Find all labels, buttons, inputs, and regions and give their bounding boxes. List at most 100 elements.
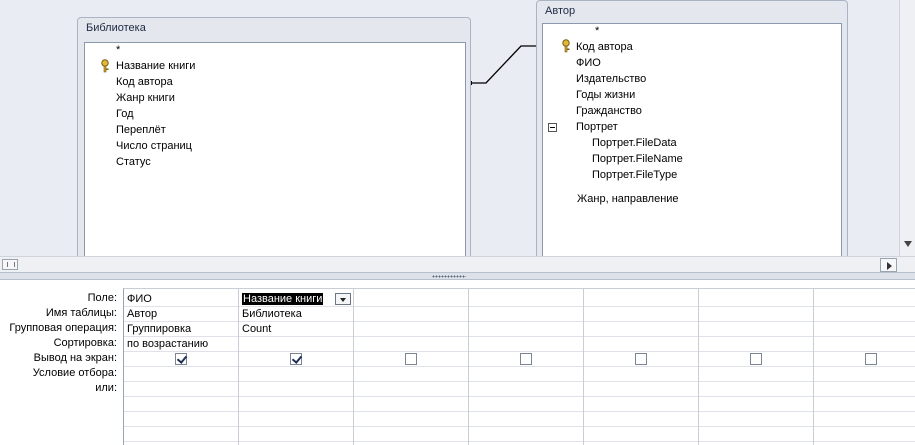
cell-empty[interactable] [124,427,238,442]
cell-criteria[interactable] [584,367,698,382]
cell-field[interactable] [354,292,468,307]
field-all[interactable]: * [116,42,120,58]
diagram-vertical-scrollbar[interactable] [899,0,915,256]
field-citizenship[interactable]: Гражданство [576,103,642,119]
table-library-field-list[interactable]: * Название книги Код автора Жанр книги Г… [84,42,466,256]
cell-criteria[interactable] [699,367,813,382]
cell-empty[interactable] [814,397,915,412]
scrollbar-thumb[interactable] [2,259,18,270]
cell-empty[interactable] [354,412,468,427]
show-checkbox[interactable] [865,353,877,365]
cell-total[interactable]: Группировка [124,322,238,337]
cell-total[interactable] [699,322,813,337]
cell-empty[interactable] [699,427,813,442]
show-checkbox[interactable] [520,353,532,365]
field-book-genre[interactable]: Жанр книги [116,90,175,106]
field-publisher[interactable]: Издательство [576,71,646,87]
field-portrait-filetype[interactable]: Портрет.FileType [592,167,677,183]
cell-empty[interactable] [124,412,238,427]
minus-box-icon[interactable] [548,123,557,132]
show-checkbox[interactable] [635,353,647,365]
cell-table[interactable]: Автор [124,307,238,322]
field-status[interactable]: Статус [116,154,151,170]
cell-criteria[interactable] [814,367,915,382]
cell-table[interactable]: Библиотека [239,307,353,322]
cell-sort[interactable] [354,337,468,352]
cell-or[interactable] [354,382,468,397]
grid-columns[interactable]: ФИО Автор Группировка по возрастанию Наз… [123,288,915,445]
diagram-horizontal-scrollbar[interactable] [0,256,915,272]
field-book-title[interactable]: Название книги [116,58,195,74]
cell-total[interactable] [354,322,468,337]
cell-or[interactable] [239,382,353,397]
cell-or[interactable] [124,382,238,397]
field-full-name[interactable]: ФИО [576,55,601,71]
selected-field-text[interactable]: Название книги [242,293,324,305]
cell-empty[interactable] [354,427,468,442]
cell-field[interactable] [699,292,813,307]
grid-column[interactable] [814,289,915,445]
cell-empty[interactable] [699,412,813,427]
cell-show[interactable] [699,352,813,367]
show-checkbox[interactable] [290,353,302,365]
grid-column[interactable]: Название книги Библиотека Count [239,289,354,445]
cell-empty[interactable] [469,412,583,427]
cell-total[interactable] [469,322,583,337]
cell-field[interactable]: ФИО [124,292,238,307]
show-checkbox[interactable] [750,353,762,365]
cell-table[interactable] [469,307,583,322]
cell-empty[interactable] [469,427,583,442]
query-design-grid[interactable]: Поле: Имя таблицы: Групповая операция: С… [0,280,915,445]
cell-or[interactable] [814,382,915,397]
cell-criteria[interactable] [354,367,468,382]
cell-table[interactable] [354,307,468,322]
cell-sort[interactable] [469,337,583,352]
cell-sort[interactable] [584,337,698,352]
cell-empty[interactable] [239,412,353,427]
cell-empty[interactable] [469,397,583,412]
field-genre-direction[interactable]: Жанр, направление [577,191,679,207]
table-library-title[interactable]: Библиотека [86,22,146,34]
cell-table[interactable] [814,307,915,322]
field-year[interactable]: Год [116,106,134,122]
cell-show[interactable] [124,352,238,367]
cell-total[interactable] [814,322,915,337]
splitter-grip-icon[interactable] [432,275,466,278]
chevron-down-icon[interactable] [335,293,351,305]
cell-criteria[interactable] [124,367,238,382]
cell-sort[interactable] [239,337,353,352]
cell-empty[interactable] [354,397,468,412]
cell-table[interactable] [584,307,698,322]
cell-empty[interactable] [814,412,915,427]
cell-empty[interactable] [699,397,813,412]
table-author[interactable]: Автор Жанр, направление * Код автора ФИО… [536,0,848,256]
scroll-right-icon[interactable] [880,258,897,272]
grid-column[interactable] [699,289,814,445]
cell-total[interactable] [584,322,698,337]
show-checkbox[interactable] [175,353,187,365]
cell-or[interactable] [469,382,583,397]
field-author-code[interactable]: Код автора [116,74,173,90]
cell-field[interactable] [814,292,915,307]
cell-empty[interactable] [584,412,698,427]
cell-empty[interactable] [239,397,353,412]
scroll-down-icon[interactable] [904,241,912,247]
table-library[interactable]: Библиотека * Название книги Код автора Ж… [77,17,471,256]
cell-show[interactable] [354,352,468,367]
cell-show[interactable] [469,352,583,367]
table-author-field-list[interactable]: Жанр, направление * Код автора ФИО Издат… [542,23,842,256]
field-portrait-filedata[interactable]: Портрет.FileData [592,135,677,151]
cell-empty[interactable] [124,397,238,412]
cell-empty[interactable] [584,427,698,442]
cell-empty[interactable] [584,397,698,412]
cell-sort[interactable] [814,337,915,352]
cell-show[interactable] [584,352,698,367]
cell-field[interactable]: Название книги [239,292,353,307]
field-portrait-filename[interactable]: Портрет.FileName [592,151,683,167]
pane-splitter[interactable] [0,272,915,280]
cell-criteria[interactable] [469,367,583,382]
table-diagram-pane[interactable]: Библиотека * Название книги Код автора Ж… [0,0,915,256]
cell-field[interactable] [584,292,698,307]
field-life-years[interactable]: Годы жизни [576,87,635,103]
table-author-title[interactable]: Автор [545,5,575,17]
